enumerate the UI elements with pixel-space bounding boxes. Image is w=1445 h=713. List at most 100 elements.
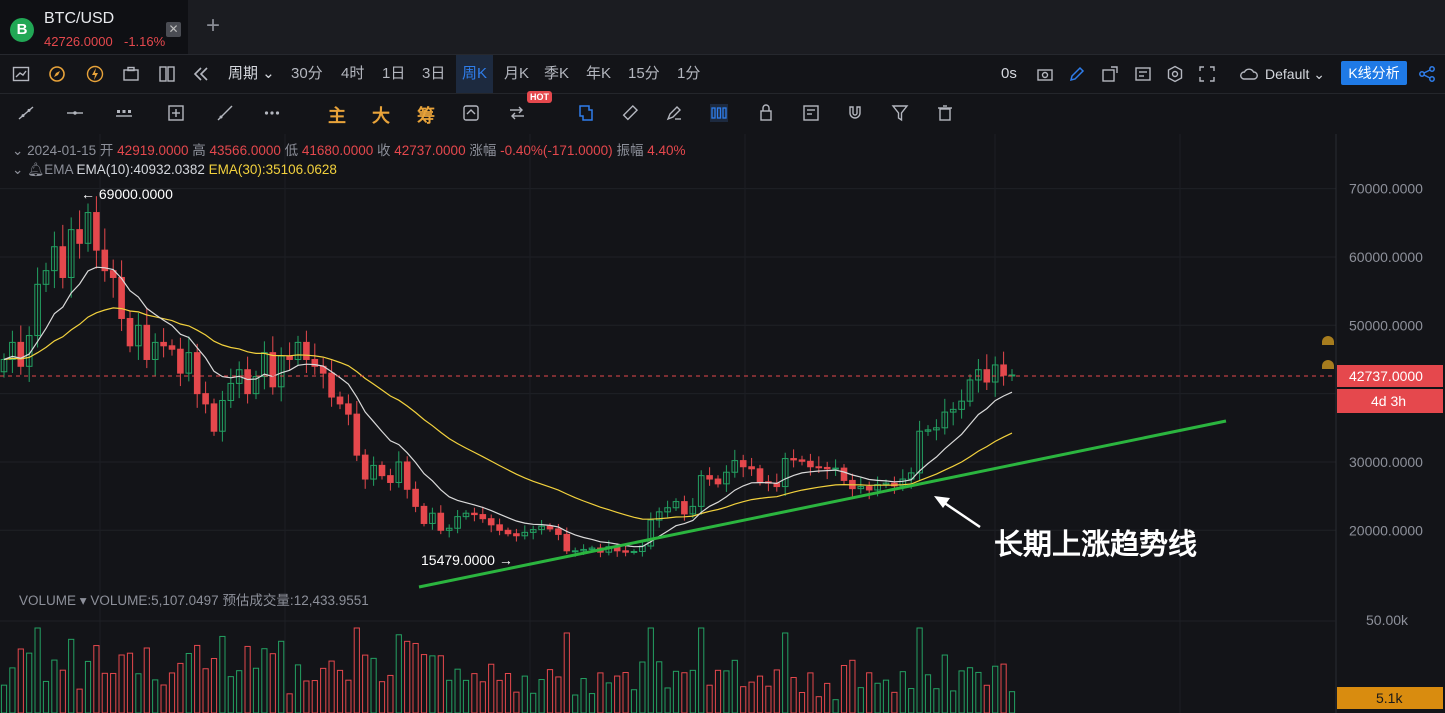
price-range-icon[interactable] [115, 104, 133, 122]
popout-icon[interactable] [1101, 65, 1119, 83]
pen-icon[interactable] [1068, 65, 1086, 83]
candlestick-chart[interactable]: 70000.0000 60000.0000 50000.0000 30000.0000… [0, 134, 1445, 713]
period-1d[interactable]: 1日 [382, 55, 405, 93]
volume-name: VOLUME [19, 593, 77, 608]
ray-tool-icon[interactable] [216, 104, 234, 122]
lock-icon[interactable] [757, 104, 775, 122]
candle-body [193, 352, 201, 395]
collapse-icon[interactable]: ⌄ [12, 162, 23, 177]
candle-body [160, 341, 167, 347]
candle-body [865, 486, 873, 491]
flash-icon[interactable] [86, 65, 104, 83]
candle-body [681, 501, 688, 515]
candle-body [1000, 364, 1007, 376]
candle-body [504, 529, 512, 535]
compare-icon[interactable] [508, 104, 526, 122]
change-label: 涨幅 [469, 143, 497, 158]
candle-body [420, 505, 428, 524]
candle-body [487, 518, 495, 526]
high-annotation-value: 69000.0000 [99, 186, 173, 202]
amplitude-value: 4.40% [647, 143, 686, 158]
trendline-tool-icon[interactable] [17, 104, 35, 122]
settings-icon[interactable] [1166, 65, 1184, 83]
briefcase-icon[interactable] [122, 65, 140, 83]
candles-icon[interactable] [710, 104, 728, 122]
fullscreen-icon[interactable] [1198, 65, 1216, 83]
collapse-icon[interactable]: ⌄ [12, 143, 23, 158]
crosshair-tool-icon[interactable] [167, 104, 185, 122]
candle-body [815, 466, 823, 469]
indicator-icon[interactable] [1134, 65, 1152, 83]
indicator-name: EMA [44, 162, 73, 177]
filter-icon[interactable] [891, 104, 909, 122]
symbol-change: -1.16% [124, 34, 166, 49]
open-label: 开 [99, 143, 114, 158]
main-indicator-button[interactable]: 主 [328, 102, 346, 128]
chip-distribution-button[interactable]: 筹 [417, 102, 435, 128]
candle-body [790, 458, 797, 461]
cloud-icon[interactable] [1240, 65, 1258, 83]
magnet-select-icon[interactable] [577, 104, 595, 122]
share-icon[interactable] [1418, 65, 1436, 83]
horizontal-line-icon[interactable] [66, 104, 84, 122]
layout-icon[interactable] [158, 65, 176, 83]
add-tab-icon[interactable]: + [206, 12, 220, 40]
high-annotation: ← 69000.0000 [81, 186, 173, 202]
y-tick-label: 30000.0000 [1349, 454, 1423, 470]
magnet-icon[interactable] [846, 104, 864, 122]
candle-body [93, 212, 100, 251]
theme-selector[interactable]: Default ⌄ [1265, 55, 1325, 93]
candle-body [823, 466, 831, 470]
countdown-label: 4d 3h [1371, 393, 1406, 409]
period-monthly[interactable]: 月K [504, 55, 529, 93]
low-value: 41680.0000 [301, 143, 374, 158]
period-weekly[interactable]: 周K [456, 55, 494, 93]
candle-body [571, 550, 579, 553]
candle-body [168, 345, 176, 350]
candle-body [303, 341, 310, 360]
more-tools-icon[interactable] [263, 104, 281, 122]
replay-icon[interactable] [192, 65, 210, 83]
period-selector[interactable]: 周期 ⌄ [228, 55, 275, 93]
trash-icon[interactable] [936, 104, 954, 122]
period-30m[interactable]: 30分 [291, 55, 323, 93]
camera-icon[interactable] [1036, 65, 1054, 83]
sync-icon[interactable] [462, 104, 480, 122]
candle-body [336, 396, 344, 405]
symbol-tab[interactable]: B BTC/USD 42726.0000 -1.16% ✕ [0, 0, 188, 54]
candle-body [622, 550, 629, 553]
high-value: 43566.0000 [209, 143, 281, 158]
low-label: 低 [284, 143, 299, 158]
brush-icon[interactable] [665, 104, 683, 122]
note-icon[interactable] [802, 104, 820, 122]
close-icon[interactable]: ✕ [166, 22, 181, 37]
candle-body [177, 348, 184, 374]
bell-icon[interactable]: 🔔︎ [27, 162, 44, 177]
period-1m[interactable]: 1分 [677, 55, 700, 93]
candle-body [513, 533, 520, 537]
close-value: 42737.0000 [394, 143, 466, 158]
candle-body [361, 454, 369, 480]
candle-body [798, 459, 806, 462]
indicator-legend: ⌄ 🔔︎EMA EMA(10):40932.0382 EMA(30):35106… [12, 162, 337, 178]
volume-dropdown-icon[interactable]: ▾ [80, 593, 87, 608]
candle-body [563, 533, 571, 552]
volume-current-label: 5.1k [1376, 690, 1403, 706]
candle-body [546, 525, 554, 530]
period-15m[interactable]: 15分 [628, 55, 660, 93]
compass-icon[interactable] [48, 65, 66, 83]
period-yearly[interactable]: 年K [586, 55, 611, 93]
volume-estimate: 预估成交量:12,433.9551 [222, 593, 369, 608]
ruler-icon[interactable] [621, 104, 639, 122]
chart-type-icon[interactable] [12, 65, 30, 83]
candle-body [739, 460, 747, 468]
period-quarterly[interactable]: 季K [544, 55, 569, 93]
symbol-title: BTC/USD [44, 10, 115, 27]
candle-body [840, 467, 848, 481]
large-order-button[interactable]: 大 [372, 102, 390, 128]
kline-analysis-button[interactable]: K线分析 [1341, 61, 1407, 85]
low-annotation-value: 15479.0000 [421, 552, 495, 568]
period-4h[interactable]: 4时 [341, 55, 364, 93]
period-3d[interactable]: 3日 [422, 55, 445, 93]
low-annotation: 15479.0000 → [421, 552, 513, 568]
